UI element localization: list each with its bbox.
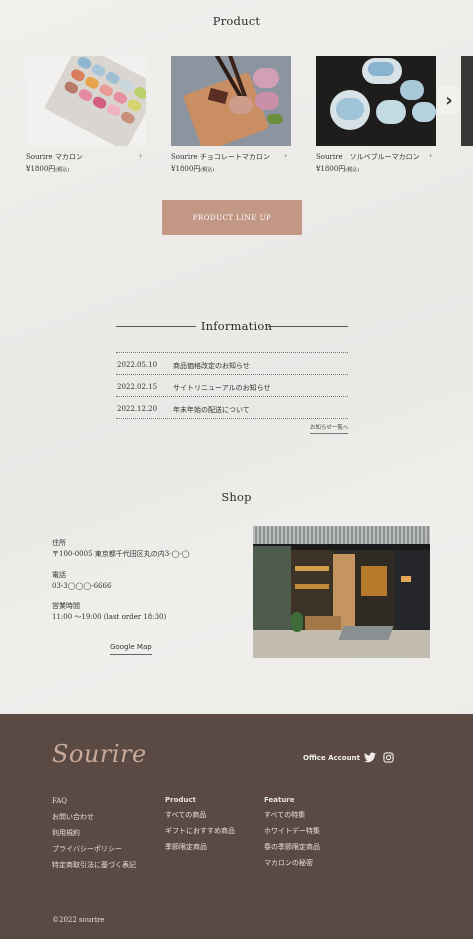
product-name[interactable]: Sourire ソルベブルーマカロン bbox=[316, 152, 420, 162]
footer-link-whiteday[interactable]: ホワイトデー特集 bbox=[264, 825, 320, 841]
hours-block: 営業時間 11:00 ～19:00 (last order 18:30) bbox=[52, 601, 166, 623]
address-block: 住所 〒100-0005 東京都千代田区丸の内3-◯-◯ bbox=[52, 538, 190, 560]
phone-block: 電話 03-3◯◯◯-6666 bbox=[52, 570, 111, 592]
copyright: ©2022 sourire bbox=[52, 916, 105, 924]
product-image-partial bbox=[461, 56, 473, 146]
shop-section-title: Shop bbox=[221, 490, 252, 504]
news-title[interactable]: 年末年始の配送について bbox=[173, 405, 250, 415]
shop-image bbox=[253, 526, 430, 658]
footer-links-product: Product すべての商品 ギフトにおすすめ商品 季節限定商品 bbox=[165, 794, 235, 857]
product-price: ¥1800円(税込) bbox=[171, 165, 215, 173]
news-list-link[interactable]: お知らせ一覧へ bbox=[310, 423, 349, 434]
instagram-icon[interactable] bbox=[383, 752, 394, 763]
product-image[interactable] bbox=[316, 56, 436, 146]
product-card[interactable]: Sourire マカロン ¥1800円(税込) › bbox=[26, 56, 146, 173]
news-item[interactable]: 2022.02.15 サイトリニューアルのお知らせ bbox=[116, 375, 348, 397]
footer-link-macaron-secret[interactable]: マカロンの秘密 bbox=[264, 857, 320, 873]
footer-link-terms[interactable]: 利用規約 bbox=[52, 827, 136, 843]
news-date: 2022.05.10 bbox=[117, 361, 158, 369]
information-section-title: Information bbox=[200, 319, 273, 333]
hours-value: 11:00 ～19:00 (last order 18:30) bbox=[52, 613, 167, 621]
product-price: ¥1800円(税込) bbox=[26, 165, 70, 173]
hours-label: 営業時間 bbox=[52, 602, 80, 610]
footer-link-gift-products[interactable]: ギフトにおすすめ商品 bbox=[165, 825, 235, 841]
phone-label: 電話 bbox=[52, 571, 66, 579]
footer-link-legal[interactable]: 特定商取引法に基づく表記 bbox=[52, 859, 136, 875]
news-date: 2022.02.15 bbox=[117, 383, 158, 391]
product-price: ¥1800円(税込) bbox=[316, 165, 360, 173]
product-section-title: Product bbox=[212, 14, 261, 28]
footer-link-contact[interactable]: お問い合わせ bbox=[52, 811, 136, 827]
news-title[interactable]: 商品価格改定のお知らせ bbox=[173, 361, 250, 371]
address-value: 〒100-0005 東京都千代田区丸の内3-◯-◯ bbox=[52, 550, 190, 558]
twitter-icon[interactable] bbox=[364, 752, 376, 763]
news-title[interactable]: サイトリニューアルのお知らせ bbox=[173, 383, 271, 393]
product-name[interactable]: Sourire マカロン bbox=[26, 152, 83, 162]
footer-link-all-features[interactable]: すべての特集 bbox=[264, 809, 320, 825]
news-item[interactable]: 2022.05.10 商品価格改定のお知らせ bbox=[116, 353, 348, 375]
footer-link-spring[interactable]: 春の季節限定商品 bbox=[264, 841, 320, 857]
footer-heading-feature: Feature bbox=[264, 796, 295, 804]
footer-links-feature: Feature すべての特集 ホワイトデー特集 春の季節限定商品 マカロンの秘密 bbox=[264, 794, 320, 873]
footer: Sourire Office Account FAQ お問い合わせ 利用規約 プ… bbox=[0, 714, 473, 939]
news-item[interactable]: 2022.12.20 年末年始の配送について bbox=[116, 397, 348, 419]
footer-link-all-products[interactable]: すべての商品 bbox=[165, 809, 235, 825]
product-image[interactable] bbox=[26, 56, 146, 146]
news-date: 2022.12.20 bbox=[117, 405, 158, 413]
phone-value: 03-3◯◯◯-6666 bbox=[52, 582, 112, 590]
carousel-next-icon[interactable]: › bbox=[438, 86, 460, 114]
chevron-right-icon[interactable]: › bbox=[139, 151, 142, 160]
product-name[interactable]: Sourire チョコレートマカロン bbox=[171, 152, 270, 162]
office-account-label: Office Account bbox=[303, 754, 360, 762]
google-map-link[interactable]: Google Map bbox=[110, 643, 152, 655]
chevron-right-icon[interactable]: › bbox=[429, 151, 432, 160]
footer-links-support: FAQ お問い合わせ 利用規約 プライバシーポリシー 特定商取引法に基づく表記 bbox=[52, 795, 136, 875]
product-lineup-button[interactable]: PRODUCT LINE UP bbox=[162, 200, 302, 235]
product-card[interactable]: Sourire チョコレートマカロン ¥1800円(税込) › bbox=[171, 56, 291, 173]
address-label: 住所 bbox=[52, 539, 66, 547]
chevron-right-icon[interactable]: › bbox=[284, 151, 287, 160]
footer-link-seasonal-products[interactable]: 季節限定商品 bbox=[165, 841, 235, 857]
footer-logo[interactable]: Sourire bbox=[52, 740, 147, 768]
footer-link-faq[interactable]: FAQ bbox=[52, 795, 136, 811]
product-image[interactable] bbox=[171, 56, 291, 146]
footer-heading-product: Product bbox=[165, 796, 196, 804]
footer-link-privacy[interactable]: プライバシーポリシー bbox=[52, 843, 136, 859]
product-card[interactable]: Sourire ソルベブルーマカロン ¥1800円(税込) › bbox=[316, 56, 436, 173]
